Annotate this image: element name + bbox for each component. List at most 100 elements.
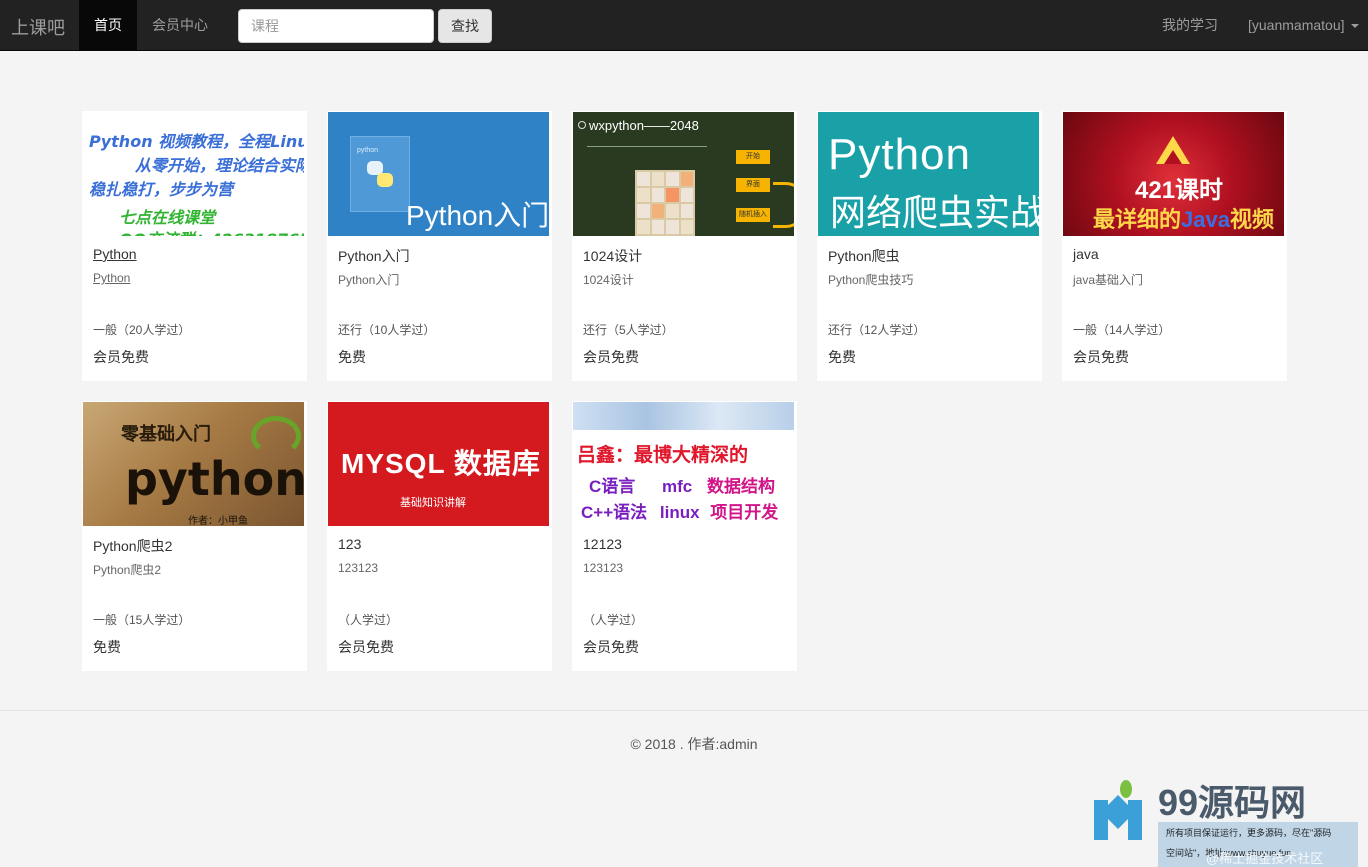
thumb-title: MYSQL 数据库: [341, 448, 541, 479]
watermark: 99源码网 所有项目保证运行，更多源码，尽在"源码 空间站"，地址:www.sh…: [1092, 770, 1368, 867]
course-subtitle[interactable]: 123123: [338, 561, 378, 575]
course-card[interactable]: python Python入门 Python入门 Python入门 还行（10人…: [327, 111, 552, 381]
snake-icon: [251, 416, 301, 456]
course-card[interactable]: Python 网络爬虫实战 Python爬虫 Python爬虫技巧 还行（12人…: [817, 111, 1042, 381]
course-subtitle[interactable]: Python爬虫2: [93, 561, 161, 578]
thumb-word: 数据结构: [706, 477, 775, 496]
thumb-word: 项目开发: [710, 503, 779, 522]
thumb-word: linux: [659, 503, 700, 522]
watermark-note: 所有项目保证运行，更多源码，尽在"源码 空间站"，地址:www.shuyue.f…: [1158, 822, 1358, 867]
python-book-icon: python: [350, 136, 410, 212]
course-card[interactable]: 零基础入门 python 作者：小甲鱼 Python爬虫2 Python爬虫2 …: [82, 401, 307, 671]
course-card[interactable]: Python 视频教程，全程Linux教学 从零开始，理论结合实际 稳扎稳打，步…: [82, 111, 307, 381]
thumb-line: QQ交流群：426318765: [119, 226, 304, 236]
thumb-subtitle-part: 视频: [1229, 207, 1274, 232]
thumb-divider: [587, 146, 707, 147]
flow-step: 随机插入: [736, 208, 770, 222]
course-thumbnail[interactable]: python Python入门: [328, 112, 549, 236]
course-subtitle[interactable]: 123123: [583, 561, 623, 575]
course-card[interactable]: wxpython——2048 开始 界面 随机插入 1024设计 1024设计 …: [572, 111, 797, 381]
thumb-title: Python: [828, 130, 971, 179]
course-meta: （人学过）: [338, 613, 399, 627]
python-logo-icon: [367, 161, 393, 187]
course-subtitle[interactable]: Python入门: [338, 271, 399, 288]
course-meta: （人学过）: [583, 613, 644, 627]
course-thumbnail[interactable]: 吕鑫：最博大精深的 C语言 mfc 数据结构 C++语法 linux 项目开发: [573, 402, 794, 526]
search-input[interactable]: [238, 9, 434, 43]
course-meta: 还行（5人学过）: [583, 323, 674, 337]
flow-step: 界面: [736, 178, 770, 192]
course-meta: 一般（15人学过）: [93, 613, 191, 627]
thumb-title: 421课时: [1135, 177, 1224, 204]
footer-copyright: © 2018 . 作者:admin: [630, 736, 758, 752]
top-navbar: 上课吧 首页 会员中心 查找 我的学习 [yuanmamatou]: [0, 0, 1368, 51]
course-subtitle[interactable]: Python: [93, 271, 130, 285]
nav-my-study[interactable]: 我的学习: [1162, 0, 1218, 51]
nav-member-center[interactable]: 会员中心: [152, 0, 208, 51]
course-thumbnail[interactable]: wxpython——2048 开始 界面 随机插入: [573, 112, 794, 236]
course-title[interactable]: java: [1073, 246, 1099, 262]
footer-divider: [0, 710, 1368, 711]
course-price: 免费: [828, 349, 856, 365]
course-card[interactable]: 421课时 最详细的Java视频 java java基础入门 一般（14人学过）…: [1062, 111, 1287, 381]
course-price: 会员免费: [583, 639, 639, 655]
course-thumbnail[interactable]: Python 网络爬虫实战: [818, 112, 1039, 236]
thumb-subtitle-part: 最详细的: [1093, 207, 1182, 232]
course-thumbnail[interactable]: 421课时 最详细的Java视频: [1063, 112, 1284, 236]
thumb-title: 吕鑫：最博大精深的: [577, 445, 749, 466]
thumb-line: 从零开始，理论结合实际: [135, 156, 304, 175]
course-price: 会员免费: [1073, 349, 1129, 365]
watermark-line: 所有项目保证运行，更多源码，尽在"源码: [1166, 828, 1332, 838]
triangle-inner: [1164, 150, 1182, 164]
game-grid: [635, 170, 695, 236]
thumb-subtitle: 网络爬虫实战: [830, 192, 1039, 233]
thumb-subtitle: 最详细的Java视频: [1093, 202, 1274, 234]
search-icon: [578, 121, 586, 129]
course-price: 会员免费: [338, 639, 394, 655]
course-title[interactable]: 12123: [583, 536, 622, 552]
thumb-word: C++语法: [581, 503, 648, 522]
course-thumbnail[interactable]: MYSQL 数据库 基础知识讲解: [328, 402, 549, 526]
course-price: 会员免费: [583, 349, 639, 365]
keyboard-strip: [573, 402, 794, 430]
nav-home[interactable]: 首页: [79, 0, 137, 51]
course-meta: 一般（14人学过）: [1073, 323, 1171, 337]
course-thumbnail[interactable]: Python 视频教程，全程Linux教学 从零开始，理论结合实际 稳扎稳打，步…: [83, 112, 304, 236]
thumb-line: 稳扎稳打，步步为营: [89, 180, 234, 199]
search-button[interactable]: 查找: [438, 9, 492, 43]
thumb-title: wxpython——2048: [589, 118, 699, 133]
user-dropdown[interactable]: [yuanmamatou]: [1248, 0, 1359, 51]
course-price: 免费: [93, 639, 121, 655]
thumb-row: C++语法 linux 项目开发: [581, 498, 778, 523]
course-subtitle[interactable]: 1024设计: [583, 271, 634, 288]
flow-step: 开始: [736, 150, 770, 164]
watermark-logo: 99源码网: [1158, 782, 1307, 823]
flow-arrow: [773, 182, 794, 228]
course-subtitle[interactable]: java基础入门: [1073, 271, 1143, 288]
course-thumbnail[interactable]: 零基础入门 python 作者：小甲鱼: [83, 402, 304, 526]
course-price: 免费: [338, 349, 366, 365]
thumb-word: mfc: [662, 477, 693, 496]
course-title[interactable]: Python爬虫2: [93, 536, 172, 556]
course-title[interactable]: Python: [93, 246, 137, 262]
watermark-m-icon: [1094, 780, 1146, 840]
thumb-author: 作者：小甲鱼: [188, 516, 248, 526]
course-title[interactable]: 1024设计: [583, 246, 642, 266]
course-subtitle[interactable]: Python爬虫技巧: [828, 271, 913, 288]
course-price: 会员免费: [93, 349, 149, 365]
thumb-title: python: [125, 452, 304, 506]
brand-logo[interactable]: 上课吧: [11, 14, 65, 40]
course-meta: 还行（10人学过）: [338, 323, 436, 337]
thumb-subtitle: 零基础入门: [121, 424, 211, 444]
thumb-row: C语言 mfc 数据结构: [589, 472, 775, 497]
course-card[interactable]: 吕鑫：最博大精深的 C语言 mfc 数据结构 C++语法 linux 项目开发 …: [572, 401, 797, 671]
course-title[interactable]: Python爬虫: [828, 246, 900, 266]
caret-down-icon: [1350, 24, 1359, 29]
thumb-java-word: Java: [1181, 207, 1230, 232]
thumb-line: 七点在线课堂: [119, 208, 216, 227]
course-card[interactable]: MYSQL 数据库 基础知识讲解 123 123123 （人学过） 会员免费: [327, 401, 552, 671]
watermark-line: @稀土掘金技术社区: [1206, 851, 1324, 866]
course-title[interactable]: Python入门: [338, 246, 410, 266]
course-title[interactable]: 123: [338, 536, 361, 552]
course-meta: 还行（12人学过）: [828, 323, 926, 337]
